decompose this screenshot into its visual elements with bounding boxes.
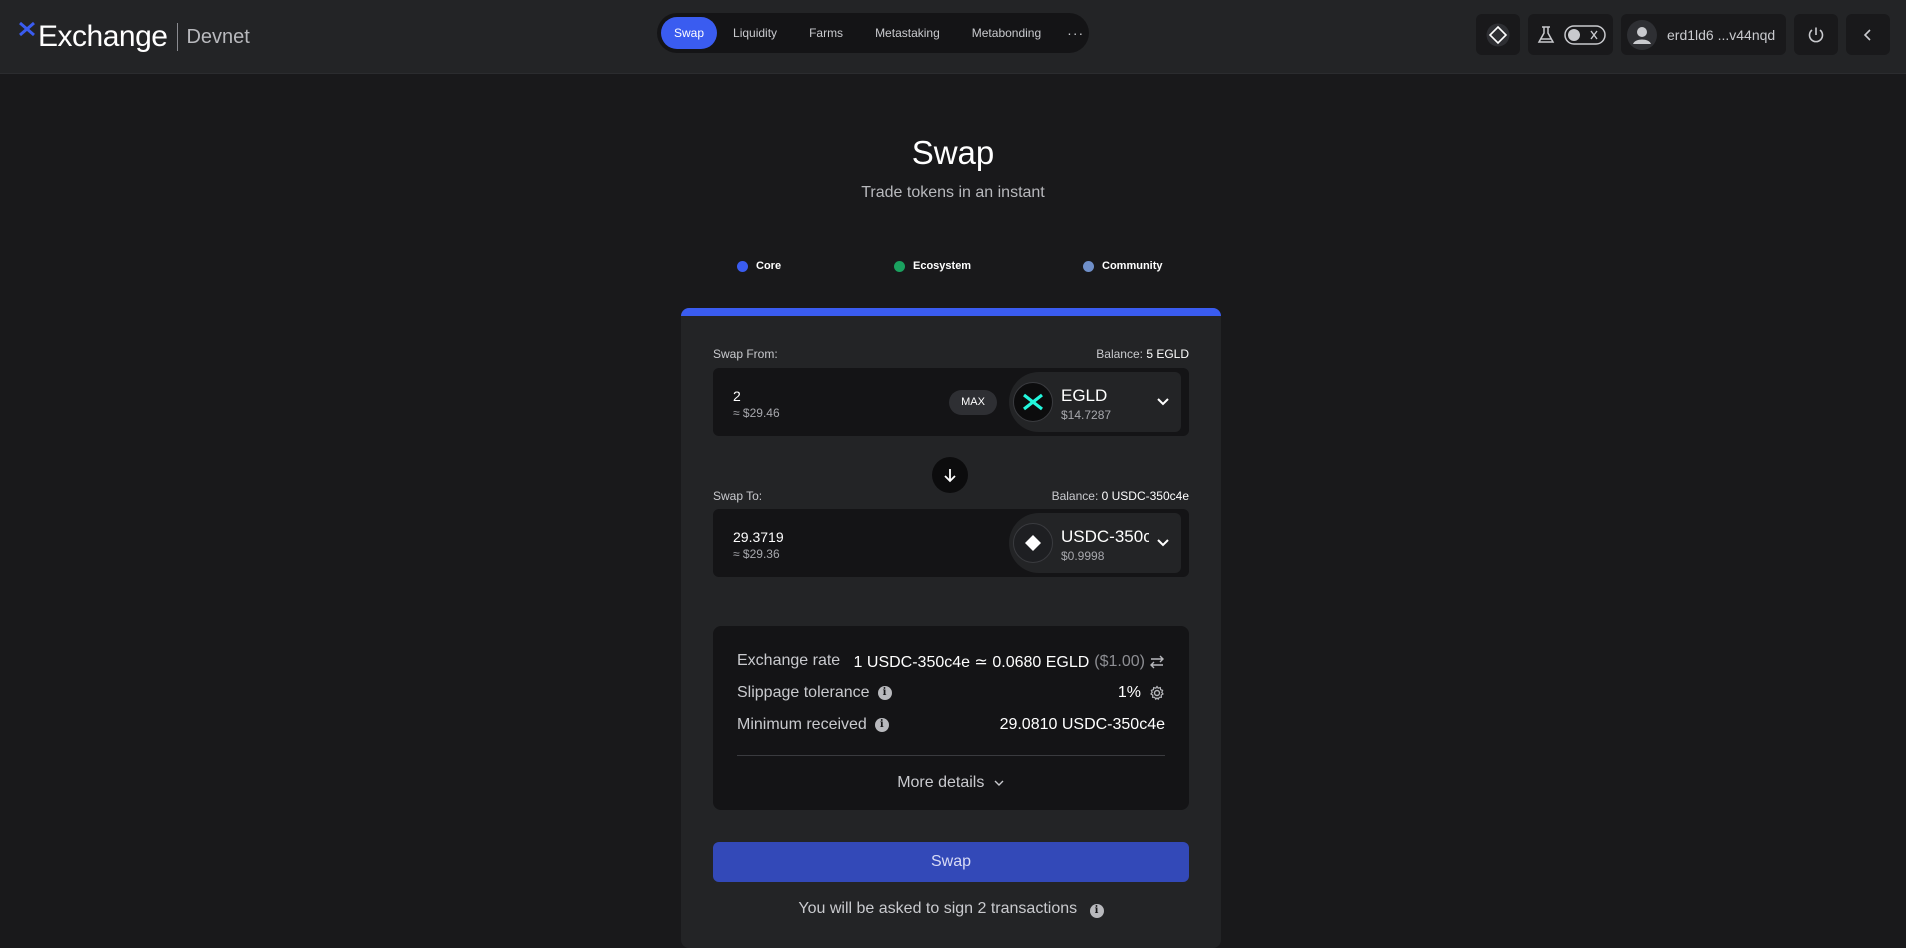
card-accent-bar bbox=[681, 308, 1221, 316]
page-title: Swap bbox=[911, 134, 995, 171]
legend-core-label: Core bbox=[756, 260, 782, 272]
chevron-down-icon bbox=[1157, 398, 1169, 406]
slippage-value: 1% bbox=[1117, 684, 1141, 701]
from-usd-value: ≈ $29.46 bbox=[733, 406, 780, 420]
nav-more-button[interactable]: ··· bbox=[1057, 25, 1094, 41]
swap-direction-button[interactable] bbox=[932, 457, 968, 493]
to-balance: Balance: 0 USDC-350c4e bbox=[1052, 489, 1189, 503]
sign-transactions-note: You will be asked to sign 2 transactions… bbox=[681, 900, 1221, 918]
to-token-name: USDC-350c4e bbox=[1061, 527, 1149, 546]
account-address: erd1ld6 ...v44nqd bbox=[1667, 26, 1776, 43]
collapse-panel-button[interactable] bbox=[1846, 14, 1890, 55]
exchange-rate-value: 1 USDC-350c4e ≃ 0.0680 EGLD bbox=[853, 654, 1090, 671]
exchange-rate-label: Exchange rate bbox=[737, 652, 841, 669]
top-bar: Exchange Devnet Swap Liquidity Farms Met… bbox=[0, 0, 1906, 74]
swap-to-field[interactable]: 29.3719 ≈ $29.36 USDC-350c4e $0.9998 bbox=[713, 509, 1189, 577]
to-usd-value: ≈ $29.36 bbox=[733, 547, 780, 561]
minimum-received-label: Minimum received bbox=[737, 716, 867, 733]
legend-ecosystem: Ecosystem bbox=[894, 260, 971, 272]
to-amount-output: 29.3719 bbox=[733, 529, 784, 545]
nav-tab-metastaking[interactable]: Metastaking bbox=[859, 17, 956, 49]
to-token-price: $0.9998 bbox=[1061, 549, 1105, 563]
exchange-logo-icon bbox=[19, 21, 35, 37]
legend-core: Core bbox=[737, 260, 781, 272]
chevron-down-icon bbox=[994, 780, 1004, 786]
exchange-rate-usd: ($1.00) bbox=[1094, 653, 1145, 670]
power-icon bbox=[1808, 27, 1824, 42]
gear-icon[interactable] bbox=[1149, 685, 1165, 701]
to-balance-label: Balance: bbox=[1051, 489, 1099, 503]
more-details-label: More details bbox=[897, 774, 985, 791]
exchange-rate-row: Exchange rate 1 USDC-350c4e ≃ 0.0680 EGL… bbox=[737, 652, 1165, 672]
minimum-received-value: 29.0810 USDC-350c4e bbox=[999, 716, 1165, 733]
swap-from-field[interactable]: 2 ≈ $29.46 MAX EGLD $14.7287 bbox=[713, 368, 1189, 436]
swap-details-panel: Exchange rate 1 USDC-350c4e ≃ 0.0680 EGL… bbox=[713, 626, 1189, 810]
diamond-icon bbox=[1486, 23, 1510, 46]
from-amount-input[interactable]: 2 bbox=[733, 388, 741, 404]
exchange-rate-value-group: 1 USDC-350c4e ≃ 0.0680 EGLD ($1.00) bbox=[854, 652, 1165, 672]
egld-token-icon bbox=[1013, 382, 1053, 422]
logout-button[interactable] bbox=[1794, 14, 1838, 55]
info-icon[interactable]: i bbox=[874, 718, 889, 732]
swap-button[interactable]: Swap bbox=[713, 842, 1189, 882]
legend-community: Community bbox=[1083, 260, 1163, 272]
legend-ecosystem-label: Ecosystem bbox=[913, 260, 972, 272]
swap-to-label: Swap To: bbox=[713, 489, 763, 503]
lab-flask-icon bbox=[1537, 25, 1554, 43]
to-token-selector[interactable]: USDC-350c4e $0.9998 bbox=[1009, 513, 1181, 573]
slippage-row: Slippage tolerance i 1% bbox=[737, 684, 1165, 704]
from-token-name: EGLD bbox=[1061, 386, 1108, 405]
brand-name: Exchange bbox=[38, 20, 168, 53]
more-details-toggle[interactable]: More details bbox=[713, 774, 1189, 792]
info-icon[interactable]: i bbox=[877, 686, 892, 700]
from-balance: Balance: 5 EGLD bbox=[1096, 347, 1189, 361]
legend-community-label: Community bbox=[1102, 260, 1163, 272]
avatar-icon bbox=[1627, 19, 1657, 50]
minimum-received-row: Minimum received i 29.0810 USDC-350c4e bbox=[737, 716, 1165, 736]
brand-divider bbox=[177, 23, 179, 51]
nav-tab-farms[interactable]: Farms bbox=[793, 17, 859, 49]
nav-tab-metabonding[interactable]: Metabonding bbox=[956, 17, 1057, 49]
legend-ecosystem-dot bbox=[894, 260, 905, 272]
max-button[interactable]: MAX bbox=[949, 390, 997, 415]
legend-community-dot bbox=[1083, 260, 1094, 272]
chevron-down-icon bbox=[1157, 539, 1169, 547]
swap-card: Swap From: Balance: 5 EGLD 2 ≈ $29.46 MA… bbox=[681, 308, 1221, 948]
token-list-button[interactable] bbox=[1476, 14, 1520, 55]
details-divider bbox=[737, 755, 1165, 756]
slippage-label-group: Slippage tolerance i bbox=[737, 684, 892, 702]
legend-core-dot bbox=[737, 260, 748, 272]
chevron-left-icon bbox=[1863, 28, 1871, 41]
from-token-price: $14.7287 bbox=[1061, 408, 1112, 422]
to-balance-value: 0 USDC-350c4e bbox=[1101, 489, 1189, 503]
info-icon[interactable]: i bbox=[1089, 904, 1104, 918]
page-subtitle: Trade tokens in an instant bbox=[861, 184, 1045, 201]
usdc-token-icon bbox=[1013, 523, 1053, 563]
swap-rate-icon[interactable] bbox=[1149, 655, 1165, 669]
beta-features-toggle[interactable] bbox=[1528, 14, 1613, 55]
nav-tab-liquidity[interactable]: Liquidity bbox=[717, 17, 793, 49]
from-balance-value: 5 EGLD bbox=[1146, 347, 1189, 361]
swap-from-label: Swap From: bbox=[713, 347, 778, 361]
minimum-received-label-group: Minimum received i bbox=[737, 716, 889, 734]
from-balance-label: Balance: bbox=[1096, 347, 1143, 361]
brand-logo[interactable]: Exchange Devnet bbox=[18, 20, 250, 54]
arrow-down-icon bbox=[944, 469, 956, 483]
slippage-label: Slippage tolerance bbox=[737, 684, 870, 701]
nav-tab-swap[interactable]: Swap bbox=[661, 17, 718, 49]
network-label: Devnet bbox=[186, 25, 250, 48]
toggle-switch-icon bbox=[1563, 24, 1606, 45]
from-token-selector[interactable]: EGLD $14.7287 bbox=[1009, 372, 1181, 432]
main-nav: Swap Liquidity Farms Metastaking Metabon… bbox=[657, 13, 1089, 53]
slippage-value-group: 1% bbox=[1118, 684, 1165, 702]
account-button[interactable]: erd1ld6 ...v44nqd bbox=[1621, 14, 1786, 55]
sign-note-text: You will be asked to sign 2 transactions bbox=[798, 900, 1078, 917]
